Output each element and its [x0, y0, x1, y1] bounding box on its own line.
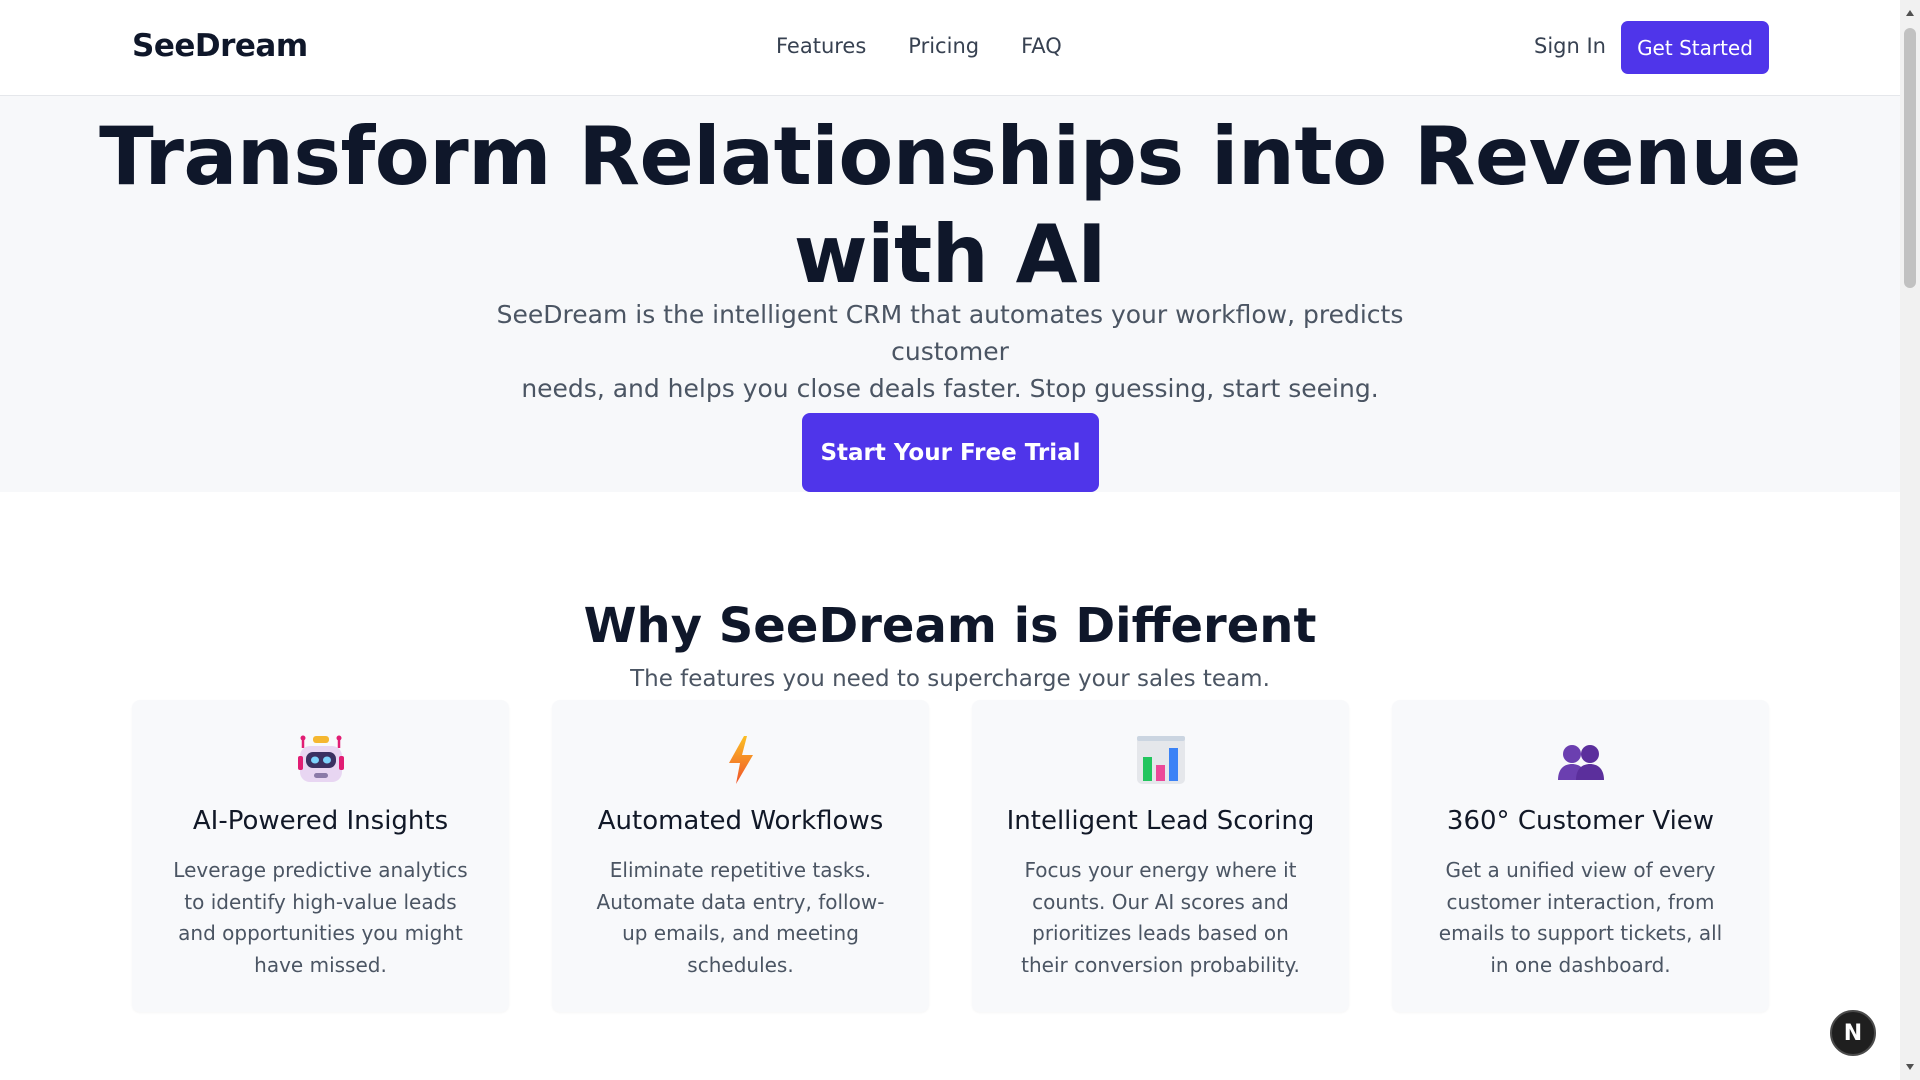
- feature-description: Get a unified view of every customer int…: [1438, 858, 1723, 977]
- scroll-up-arrow-icon[interactable]: [1900, 4, 1920, 22]
- features-subtitle: The features you need to supercharge you…: [630, 666, 1270, 692]
- bar-chart-icon: [972, 734, 1349, 786]
- scroll-down-arrow-icon[interactable]: [1900, 1058, 1920, 1076]
- feature-title: Intelligent Lead Scoring: [1006, 806, 1315, 836]
- nav-link-pricing[interactable]: Pricing: [908, 34, 979, 58]
- feature-description: Focus your energy where it counts. Our A…: [1021, 858, 1300, 977]
- hero-section: Transform Relationships into Revenue wit…: [0, 96, 1900, 492]
- robot-icon: [132, 734, 509, 786]
- nav-link-features[interactable]: Features: [776, 34, 866, 58]
- nav-link-faq[interactable]: FAQ: [1021, 34, 1062, 58]
- scrollbar-thumb[interactable]: [1904, 28, 1916, 288]
- feature-description: Eliminate repetitive tasks. Automate dat…: [596, 858, 885, 977]
- hero-title-line-1: Transform Relationships into Revenue: [99, 110, 1801, 203]
- hero-subtitle: SeeDream is the intelligent CRM that aut…: [440, 296, 1460, 407]
- hero-subtitle-line-2: needs, and helps you close deals faster.…: [521, 374, 1379, 403]
- lightning-icon: [552, 734, 929, 786]
- logo[interactable]: SeeDream: [132, 28, 308, 64]
- feature-title: AI-Powered Insights: [192, 806, 449, 836]
- get-started-button[interactable]: Get Started: [1621, 21, 1769, 74]
- hero-title: Transform Relationships into Revenue wit…: [0, 108, 1900, 304]
- floating-action-button[interactable]: N: [1830, 1010, 1876, 1056]
- feature-title: Automated Workflows: [597, 806, 884, 836]
- start-free-trial-button[interactable]: Start Your Free Trial: [802, 413, 1099, 492]
- sign-in-link[interactable]: Sign In: [1534, 34, 1606, 58]
- feature-card-customer-view: 360° Customer View Get a unified view of…: [1392, 700, 1769, 1012]
- feature-card-ai-insights: AI-Powered Insights Leverage predictive …: [132, 700, 509, 1012]
- hero-subtitle-line-1: SeeDream is the intelligent CRM that aut…: [496, 300, 1404, 366]
- feature-card-automated-workflows: Automated Workflows Eliminate repetitive…: [552, 700, 929, 1012]
- page: SeeDream Features Pricing FAQ Sign In Ge…: [0, 0, 1900, 1080]
- vertical-scrollbar[interactable]: [1900, 0, 1920, 1080]
- hero-title-line-2: with AI: [793, 208, 1107, 301]
- users-icon: [1392, 734, 1769, 786]
- features-title: Why SeeDream is Different: [583, 598, 1317, 654]
- site-header: SeeDream Features Pricing FAQ Sign In Ge…: [0, 0, 1900, 96]
- main-nav: Features Pricing FAQ: [776, 34, 1062, 58]
- feature-title: 360° Customer View: [1446, 806, 1715, 836]
- feature-card-lead-scoring: Intelligent Lead Scoring Focus your ener…: [972, 700, 1349, 1012]
- feature-description: Leverage predictive analytics to identif…: [173, 858, 468, 977]
